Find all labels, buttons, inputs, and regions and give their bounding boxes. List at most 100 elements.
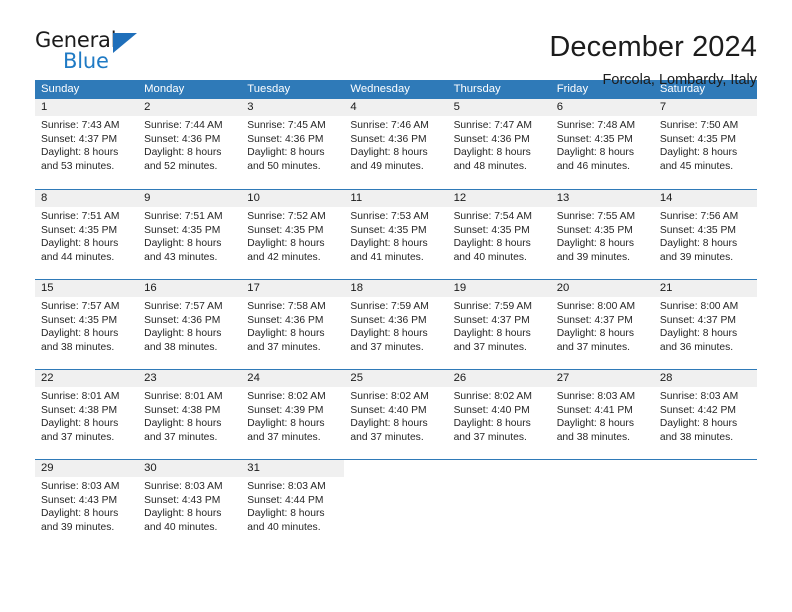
day-info: Sunrise: 7:45 AM Sunset: 4:36 PM Dayligh… bbox=[241, 116, 344, 173]
daylight-text-line1: Daylight: 8 hours bbox=[556, 238, 634, 250]
day-cell[interactable]: 20 Sunrise: 8:00 AM Sunset: 4:37 PM Dayl… bbox=[550, 280, 654, 369]
page-title: December 2024 bbox=[549, 31, 757, 63]
day-number: 11 bbox=[350, 192, 363, 204]
day-info: Sunrise: 8:01 AM Sunset: 4:38 PM Dayligh… bbox=[138, 387, 241, 444]
day-cell[interactable]: 14 Sunrise: 7:56 AM Sunset: 4:35 PM Dayl… bbox=[653, 190, 757, 279]
day-cell[interactable]: 18 Sunrise: 7:59 AM Sunset: 4:36 PM Dayl… bbox=[344, 280, 448, 369]
sunrise-text: Sunrise: 8:03 AM bbox=[659, 391, 739, 402]
day-number: 21 bbox=[659, 282, 673, 294]
day-info: Sunrise: 8:03 AM Sunset: 4:43 PM Dayligh… bbox=[35, 477, 138, 534]
day-number: 12 bbox=[453, 192, 467, 204]
daylight-text-line1: Daylight: 8 hours bbox=[659, 238, 738, 250]
day-cell[interactable]: 9 Sunrise: 7:51 AM Sunset: 4:35 PM Dayli… bbox=[138, 190, 242, 279]
sunrise-text: Sunrise: 7:55 AM bbox=[556, 211, 636, 222]
daylight-text-line1: Daylight: 8 hours bbox=[350, 147, 428, 159]
day-cell[interactable]: 2 Sunrise: 7:44 AM Sunset: 4:36 PM Dayli… bbox=[138, 99, 242, 189]
day-cell[interactable]: 13 Sunrise: 7:55 AM Sunset: 4:35 PM Dayl… bbox=[550, 190, 654, 279]
day-number-band: 13 bbox=[550, 190, 654, 207]
day-cell[interactable]: 24 Sunrise: 8:02 AM Sunset: 4:39 PM Dayl… bbox=[241, 370, 345, 459]
weekday-header-friday: Friday bbox=[556, 83, 589, 95]
day-cell[interactable]: 5 Sunrise: 7:47 AM Sunset: 4:36 PM Dayli… bbox=[447, 99, 551, 189]
day-info: Sunrise: 7:46 AM Sunset: 4:36 PM Dayligh… bbox=[344, 116, 447, 173]
sunrise-text: Sunrise: 7:51 AM bbox=[41, 211, 120, 222]
day-info: Sunrise: 7:59 AM Sunset: 4:36 PM Dayligh… bbox=[344, 297, 447, 354]
day-cell[interactable]: 29 Sunrise: 8:03 AM Sunset: 4:43 PM Dayl… bbox=[35, 460, 139, 549]
day-info: Sunrise: 7:58 AM Sunset: 4:36 PM Dayligh… bbox=[241, 297, 344, 354]
sunset-text: Sunset: 4:36 PM bbox=[144, 133, 221, 145]
day-number-band: 19 bbox=[447, 280, 551, 297]
day-cell-empty bbox=[344, 460, 447, 549]
day-cell[interactable]: 31 Sunrise: 8:03 AM Sunset: 4:44 PM Dayl… bbox=[241, 460, 345, 549]
day-cell[interactable]: 7 Sunrise: 7:50 AM Sunset: 4:35 PM Dayli… bbox=[653, 99, 757, 189]
day-cell[interactable]: 26 Sunrise: 8:02 AM Sunset: 4:40 PM Dayl… bbox=[447, 370, 551, 459]
day-number: 20 bbox=[556, 282, 570, 294]
generalblue-logo[interactable]: General Blue bbox=[35, 28, 155, 80]
day-number-band: 15 bbox=[35, 280, 139, 297]
sunset-text: Sunset: 4:35 PM bbox=[247, 224, 324, 236]
sunrise-text: Sunrise: 7:43 AM bbox=[41, 120, 120, 131]
sunset-text: Sunset: 4:36 PM bbox=[247, 133, 324, 145]
day-number-band: 26 bbox=[447, 370, 551, 387]
day-cell[interactable]: 15 Sunrise: 7:57 AM Sunset: 4:35 PM Dayl… bbox=[35, 280, 139, 369]
daylight-text-line1: Daylight: 8 hours bbox=[41, 508, 119, 520]
day-number-band: 3 bbox=[241, 99, 345, 116]
day-cell[interactable]: 10 Sunrise: 7:52 AM Sunset: 4:35 PM Dayl… bbox=[241, 190, 345, 279]
daylight-text-line2: and 38 minutes. bbox=[144, 341, 218, 353]
daylight-text-line1: Daylight: 8 hours bbox=[556, 147, 634, 159]
day-number: 30 bbox=[144, 462, 157, 474]
sunset-text: Sunset: 4:35 PM bbox=[453, 224, 530, 236]
calendar-week-row: 29 Sunrise: 8:03 AM Sunset: 4:43 PM Dayl… bbox=[35, 459, 757, 549]
daylight-text-line2: and 37 minutes. bbox=[453, 431, 527, 443]
daylight-text-line1: Daylight: 8 hours bbox=[144, 418, 222, 430]
day-number: 3 bbox=[247, 101, 254, 113]
day-cell[interactable]: 23 Sunrise: 8:01 AM Sunset: 4:38 PM Dayl… bbox=[138, 370, 242, 459]
sunset-text: Sunset: 4:35 PM bbox=[144, 224, 221, 236]
day-number: 16 bbox=[144, 282, 157, 294]
daylight-text-line2: and 43 minutes. bbox=[144, 251, 218, 263]
day-cell[interactable]: 16 Sunrise: 7:57 AM Sunset: 4:36 PM Dayl… bbox=[138, 280, 242, 369]
day-cell[interactable]: 21 Sunrise: 8:00 AM Sunset: 4:37 PM Dayl… bbox=[653, 280, 757, 369]
day-cell[interactable]: 8 Sunrise: 7:51 AM Sunset: 4:35 PM Dayli… bbox=[35, 190, 139, 279]
day-cell[interactable]: 6 Sunrise: 7:48 AM Sunset: 4:35 PM Dayli… bbox=[550, 99, 654, 189]
daylight-text-line1: Daylight: 8 hours bbox=[453, 418, 531, 430]
day-cell[interactable]: 22 Sunrise: 8:01 AM Sunset: 4:38 PM Dayl… bbox=[35, 370, 139, 459]
day-info: Sunrise: 8:02 AM Sunset: 4:39 PM Dayligh… bbox=[241, 387, 344, 444]
daylight-text-line1: Daylight: 8 hours bbox=[453, 328, 531, 340]
daylight-text-line1: Daylight: 8 hours bbox=[144, 147, 222, 159]
daylight-text-line2: and 45 minutes. bbox=[659, 160, 734, 172]
day-cell[interactable]: 3 Sunrise: 7:45 AM Sunset: 4:36 PM Dayli… bbox=[241, 99, 345, 189]
day-cell[interactable]: 25 Sunrise: 8:02 AM Sunset: 4:40 PM Dayl… bbox=[344, 370, 448, 459]
day-number-band: 31 bbox=[241, 460, 345, 477]
daylight-text-line2: and 41 minutes. bbox=[350, 251, 424, 263]
day-cell[interactable]: 11 Sunrise: 7:53 AM Sunset: 4:35 PM Dayl… bbox=[344, 190, 448, 279]
day-number: 1 bbox=[41, 101, 48, 113]
day-cell[interactable]: 30 Sunrise: 8:03 AM Sunset: 4:43 PM Dayl… bbox=[138, 460, 242, 549]
day-cell-empty bbox=[551, 460, 654, 549]
day-cell[interactable]: 12 Sunrise: 7:54 AM Sunset: 4:35 PM Dayl… bbox=[447, 190, 551, 279]
day-cell[interactable]: 17 Sunrise: 7:58 AM Sunset: 4:36 PM Dayl… bbox=[241, 280, 345, 369]
day-cell[interactable]: 28 Sunrise: 8:03 AM Sunset: 4:42 PM Dayl… bbox=[653, 370, 757, 459]
daylight-text-line1: Daylight: 8 hours bbox=[41, 147, 119, 159]
daylight-text-line1: Daylight: 8 hours bbox=[659, 328, 738, 340]
sunrise-text: Sunrise: 7:48 AM bbox=[556, 120, 636, 131]
sunrise-text: Sunrise: 7:47 AM bbox=[453, 120, 532, 131]
day-cell[interactable]: 1 Sunrise: 7:43 AM Sunset: 4:37 PM Dayli… bbox=[35, 99, 139, 189]
day-cell[interactable]: 27 Sunrise: 8:03 AM Sunset: 4:41 PM Dayl… bbox=[550, 370, 654, 459]
day-cell[interactable]: 4 Sunrise: 7:46 AM Sunset: 4:36 PM Dayli… bbox=[344, 99, 448, 189]
day-number-band: 7 bbox=[653, 99, 757, 116]
day-cell[interactable]: 19 Sunrise: 7:59 AM Sunset: 4:37 PM Dayl… bbox=[447, 280, 551, 369]
daylight-text-line2: and 37 minutes. bbox=[350, 431, 424, 443]
sunset-text: Sunset: 4:41 PM bbox=[556, 404, 633, 416]
sunset-text: Sunset: 4:43 PM bbox=[41, 494, 118, 506]
daylight-text-line2: and 36 minutes. bbox=[659, 341, 734, 353]
day-number-band: 1 bbox=[35, 99, 139, 116]
day-info: Sunrise: 8:03 AM Sunset: 4:44 PM Dayligh… bbox=[241, 477, 344, 534]
sunset-text: Sunset: 4:36 PM bbox=[453, 133, 530, 145]
day-info: Sunrise: 7:43 AM Sunset: 4:37 PM Dayligh… bbox=[35, 116, 138, 173]
day-info: Sunrise: 8:03 AM Sunset: 4:42 PM Dayligh… bbox=[654, 387, 757, 444]
calendar-page: General Blue December 2024 Forcola, Lomb… bbox=[0, 0, 792, 612]
daylight-text-line2: and 46 minutes. bbox=[556, 160, 630, 172]
day-number-band: 18 bbox=[344, 280, 448, 297]
day-number: 23 bbox=[144, 372, 157, 384]
sunset-text: Sunset: 4:35 PM bbox=[41, 314, 118, 326]
